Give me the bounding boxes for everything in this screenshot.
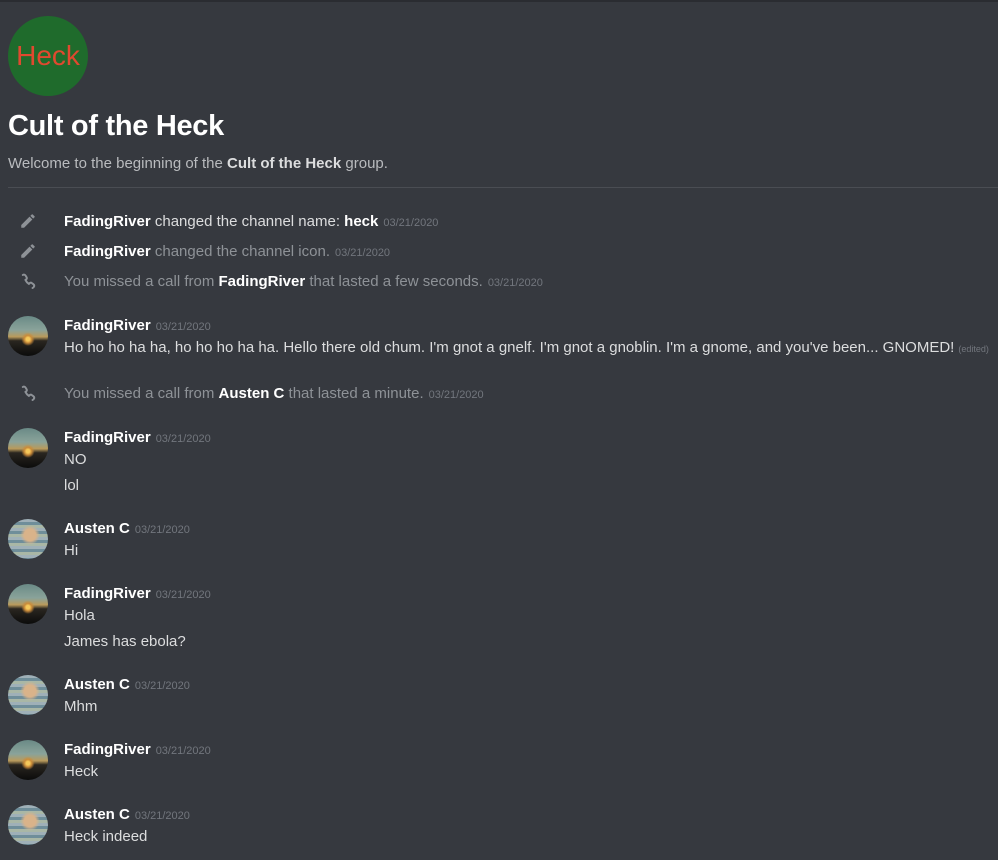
avatar[interactable] xyxy=(8,805,48,845)
message-text: NO xyxy=(64,451,87,468)
timestamp[interactable]: 03/21/2020 xyxy=(135,810,190,822)
avatar[interactable] xyxy=(8,519,48,559)
message-text: Heck indeed xyxy=(64,828,148,845)
timestamp[interactable]: 03/21/2020 xyxy=(156,589,211,601)
message-author[interactable]: FadingRiver xyxy=(64,741,151,758)
timestamp[interactable]: 03/21/2020 xyxy=(156,745,211,757)
timestamp[interactable]: 03/21/2020 xyxy=(156,433,211,445)
edited-label: (edited) xyxy=(958,344,989,354)
pencil-icon xyxy=(18,241,38,261)
message-author[interactable]: FadingRiver xyxy=(64,429,151,446)
message-text: Hi xyxy=(64,542,79,559)
system-message-channel-icon: FadingRiver changed the channel icon. 03/… xyxy=(0,240,998,262)
avatar[interactable] xyxy=(8,428,48,468)
message-author[interactable]: Austen C xyxy=(64,520,130,537)
message-text: lol xyxy=(64,477,80,494)
avatar[interactable] xyxy=(8,584,48,624)
group-icon-text: Heck xyxy=(16,40,80,71)
timestamp[interactable]: 03/21/2020 xyxy=(488,277,543,289)
group-title: Cult of the Heck xyxy=(8,110,224,142)
phone-icon xyxy=(18,271,38,291)
system-user[interactable]: FadingRiver xyxy=(64,213,151,230)
timestamp[interactable]: 03/21/2020 xyxy=(383,217,438,229)
system-message-missed-call: You missed a call from Austen C that las… xyxy=(0,382,998,404)
message-author[interactable]: FadingRiver xyxy=(64,317,151,334)
timestamp[interactable]: 03/21/2020 xyxy=(135,680,190,692)
header-divider xyxy=(8,187,998,188)
message-text: Ho ho ho ha ha, ho ho ho ha ha. Hello th… xyxy=(64,339,989,356)
channel-name-value: heck xyxy=(344,212,379,230)
welcome-text: Welcome to the beginning of the Cult of … xyxy=(8,155,388,172)
avatar[interactable] xyxy=(8,740,48,780)
message-text: James has ebola? xyxy=(64,633,186,650)
timestamp[interactable]: 03/21/2020 xyxy=(156,321,211,333)
system-message-missed-call: You missed a call from FadingRiver that … xyxy=(0,270,998,292)
pencil-icon xyxy=(18,211,38,231)
top-border xyxy=(0,0,998,2)
phone-icon xyxy=(18,383,38,403)
timestamp[interactable]: 03/21/2020 xyxy=(429,389,484,401)
system-message-channel-name: FadingRiver changed the channel name: he… xyxy=(0,210,998,232)
message-text: Heck xyxy=(64,763,99,780)
group-icon[interactable]: Heck xyxy=(8,16,88,96)
system-user[interactable]: FadingRiver xyxy=(64,243,151,260)
welcome-group-name: Cult of the Heck xyxy=(227,155,342,172)
message-text: Mhm xyxy=(64,698,98,715)
message-author[interactable]: Austen C xyxy=(64,806,130,823)
message-author[interactable]: Austen C xyxy=(64,676,130,693)
system-user[interactable]: Austen C xyxy=(219,385,285,402)
message-text: Hola xyxy=(64,607,95,624)
group-header: Heck Cult of the Heck Welcome to the beg… xyxy=(8,16,990,174)
timestamp[interactable]: 03/21/2020 xyxy=(335,247,390,259)
avatar[interactable] xyxy=(8,316,48,356)
timestamp[interactable]: 03/21/2020 xyxy=(135,524,190,536)
avatar[interactable] xyxy=(8,675,48,715)
message-author[interactable]: FadingRiver xyxy=(64,585,151,602)
system-user[interactable]: FadingRiver xyxy=(219,273,306,290)
